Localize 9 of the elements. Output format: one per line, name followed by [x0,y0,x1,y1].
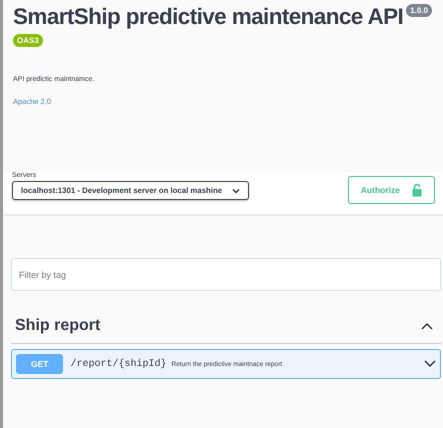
tag-header[interactable]: Ship report [11,291,441,344]
method-badge: GET [16,354,64,374]
spec-badge: OAS3 [13,34,43,47]
filter-field[interactable]: Filter by tag [11,258,441,291]
chevron-down-icon [232,188,240,194]
lock-icon [412,183,422,197]
api-title: SmartShip predictive maintenance API [13,4,404,30]
operation-path: /report/{shipId} [70,358,166,370]
version-badge: 1.0.0 [406,4,432,17]
